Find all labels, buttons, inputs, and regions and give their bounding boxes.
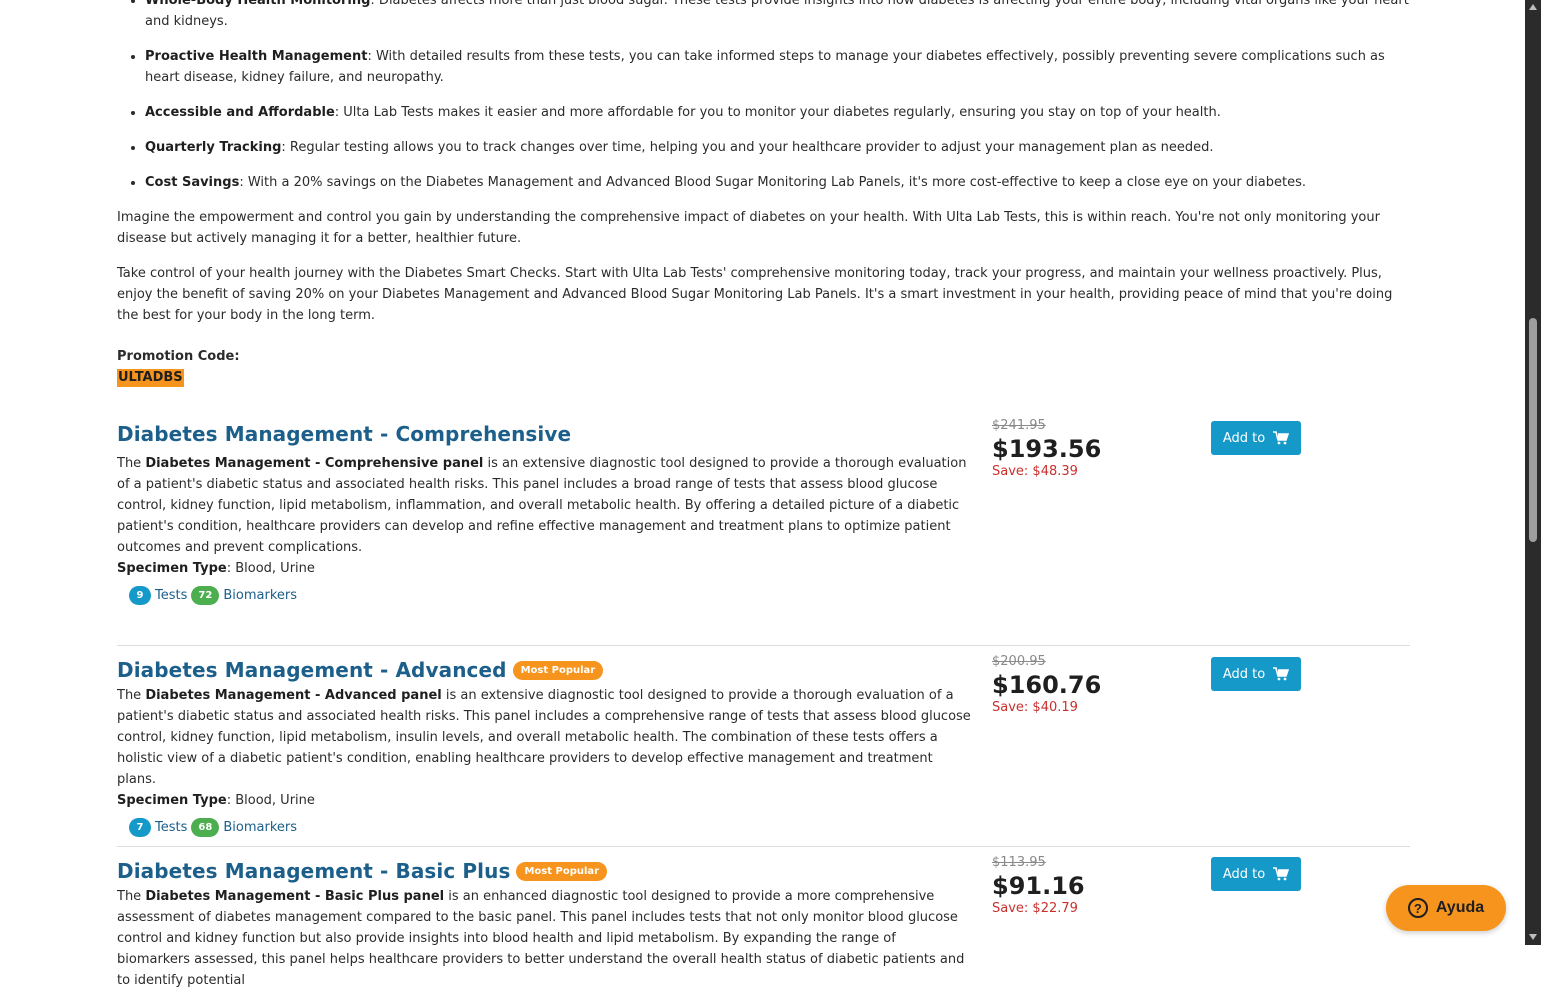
scrollbar-thumb[interactable] xyxy=(1529,318,1537,542)
product-card: Diabetes Management - Advanced Most Popu… xyxy=(117,654,1410,847)
benefit-text: : With a 20% savings on the Diabetes Man… xyxy=(239,175,1306,190)
scroll-up-arrow-icon[interactable] xyxy=(1529,4,1537,10)
list-item: Cost Savings: With a 20% savings on the … xyxy=(145,172,1410,193)
product-description: The Diabetes Management - Comprehensive … xyxy=(117,456,967,555)
benefit-text: : Ulta Lab Tests makes it easier and mor… xyxy=(334,105,1221,120)
product-description: The Diabetes Management - Basic Plus pan… xyxy=(117,889,965,988)
biomarkers-count-badge: 68 xyxy=(191,818,220,837)
old-price: $113.95 xyxy=(992,855,1046,870)
list-item: Whole-Body Health Monitoring: Diabetes a… xyxy=(145,0,1410,32)
product-title-link[interactable]: Diabetes Management - Basic Plus xyxy=(117,861,510,882)
benefit-title: Quarterly Tracking xyxy=(145,140,282,155)
product-counts: 7 Tests 68 Biomarkers xyxy=(129,817,972,838)
benefit-text: : Regular testing allows you to track ch… xyxy=(281,140,1214,155)
cart-icon xyxy=(1273,867,1290,881)
paragraph: Imagine the empowerment and control you … xyxy=(117,210,1380,246)
price-box: $113.95 $91.16 Save: $22.79 xyxy=(992,855,1172,917)
product-card: Diabetes Management - Basic Plus Most Po… xyxy=(117,855,1410,1001)
tests-count-badge: 7 xyxy=(129,818,151,837)
price-box: $241.95 $193.56 Save: $48.39 xyxy=(992,418,1172,480)
current-price: $193.56 xyxy=(992,435,1102,463)
product-card: Diabetes Management - Comprehensive The … xyxy=(117,418,1410,646)
tests-link[interactable]: Tests xyxy=(155,817,187,838)
promo-code: ULTADBS xyxy=(117,369,184,387)
cart-icon xyxy=(1273,667,1290,681)
list-item: Quarterly Tracking: Regular testing allo… xyxy=(145,137,1410,158)
help-button[interactable]: ? Ayuda xyxy=(1386,885,1506,931)
benefit-title: Whole-Body Health Monitoring xyxy=(145,0,371,8)
biomarkers-link[interactable]: Biomarkers xyxy=(223,817,297,838)
main-content: Whole-Body Health Monitoring: Diabetes a… xyxy=(117,0,1410,1001)
specimen-type: Specimen Type: Blood, Urine xyxy=(117,793,315,808)
add-to-cart-button[interactable]: Add to xyxy=(1211,657,1301,691)
biomarkers-count-badge: 72 xyxy=(191,586,220,605)
tests-link[interactable]: Tests xyxy=(155,585,187,606)
savings: Save: $48.39 xyxy=(992,464,1078,479)
benefit-title: Proactive Health Management xyxy=(145,49,368,64)
most-popular-badge: Most Popular xyxy=(516,862,608,881)
promo-label: Promotion Code: xyxy=(117,349,240,364)
list-item: Accessible and Affordable: Ulta Lab Test… xyxy=(145,102,1410,123)
product-title-link[interactable]: Diabetes Management - Comprehensive xyxy=(117,424,571,445)
savings: Save: $40.19 xyxy=(992,700,1078,715)
specimen-type: Specimen Type: Blood, Urine xyxy=(117,561,315,576)
list-item: Proactive Health Management: With detail… xyxy=(145,46,1410,88)
product-description: The Diabetes Management - Advanced panel… xyxy=(117,688,971,787)
current-price: $91.16 xyxy=(992,872,1085,900)
savings: Save: $22.79 xyxy=(992,901,1078,916)
tests-count-badge: 9 xyxy=(129,586,151,605)
cart-icon xyxy=(1273,431,1290,445)
paragraph: Take control of your health journey with… xyxy=(117,266,1393,323)
old-price: $241.95 xyxy=(992,418,1046,433)
benefit-title: Cost Savings xyxy=(145,175,240,190)
benefits-list: Whole-Body Health Monitoring: Diabetes a… xyxy=(117,0,1410,193)
product-title-link[interactable]: Diabetes Management - Advanced xyxy=(117,660,507,681)
most-popular-badge: Most Popular xyxy=(512,661,604,680)
add-to-cart-button[interactable]: Add to xyxy=(1211,857,1301,891)
question-mark-icon: ? xyxy=(1407,898,1428,918)
product-counts: 9 Tests 72 Biomarkers xyxy=(129,585,972,606)
scroll-down-arrow-icon[interactable] xyxy=(1529,934,1537,940)
benefit-title: Accessible and Affordable xyxy=(145,105,335,120)
price-box: $200.95 $160.76 Save: $40.19 xyxy=(992,654,1172,716)
biomarkers-link[interactable]: Biomarkers xyxy=(223,585,297,606)
old-price: $200.95 xyxy=(992,654,1046,669)
add-to-cart-button[interactable]: Add to xyxy=(1211,421,1301,455)
current-price: $160.76 xyxy=(992,671,1102,699)
